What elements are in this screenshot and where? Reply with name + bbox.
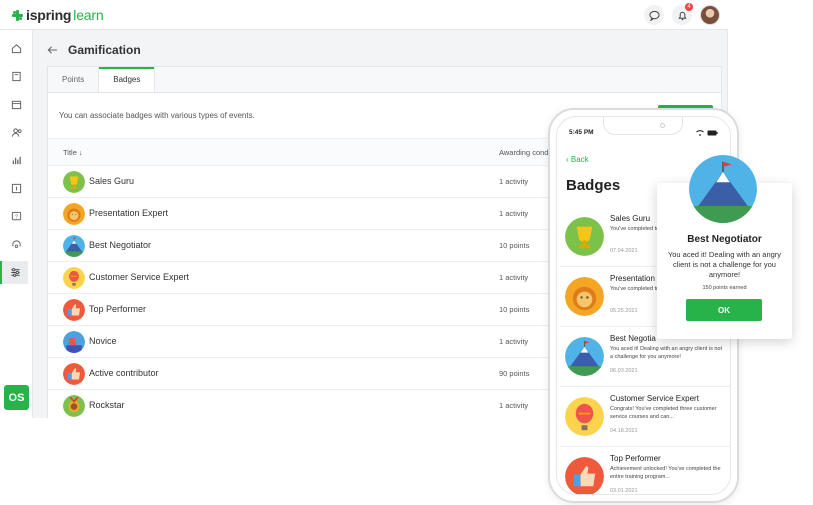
sidebar-item-support[interactable] xyxy=(5,233,28,256)
badges-description: You can associate badges with various ty… xyxy=(59,111,255,120)
sidebar-item-settings[interactable] xyxy=(0,261,28,284)
column-title[interactable]: Title ↓ xyxy=(63,148,83,157)
badge-name: Rockstar xyxy=(89,400,125,410)
badge-name: Best Negotiator xyxy=(89,240,152,250)
user-initials-button[interactable]: OS xyxy=(4,385,29,410)
sidebar-item-questions[interactable]: ? xyxy=(5,205,28,228)
trophy-icon xyxy=(565,217,604,256)
tab-bar: Points Badges xyxy=(48,67,721,93)
notification-count: 4 xyxy=(685,3,693,11)
list-item-date: 03.01.2021 xyxy=(610,488,638,494)
page-title: Gamification xyxy=(68,43,141,57)
list-item-date: 05.25.2021 xyxy=(610,308,638,314)
chat-icon xyxy=(648,10,660,21)
tab-badges[interactable]: Badges xyxy=(98,67,156,92)
question-icon: ? xyxy=(11,211,22,220)
battery-icon xyxy=(707,130,718,136)
badge-name: Active contributor xyxy=(89,368,159,378)
user-avatar[interactable] xyxy=(700,5,720,25)
thumbs-up-icon xyxy=(565,457,604,494)
list-item-desc: You aced it! Dealing with an angry clien… xyxy=(610,346,722,360)
list-item-date: 04.18.2021 xyxy=(610,428,638,434)
back-arrow-icon[interactable] xyxy=(47,45,58,55)
column-awarding-condition[interactable]: Awarding condi xyxy=(499,148,550,157)
book-icon xyxy=(12,71,21,82)
badge-condition: 10 points xyxy=(499,305,530,314)
list-item-date: 06.03.2021 xyxy=(610,368,638,374)
logo[interactable]: ispring learn xyxy=(12,7,104,23)
trophy-icon xyxy=(63,171,85,193)
tab-points[interactable]: Points xyxy=(48,67,98,92)
phone-time: 5:45 PM xyxy=(569,129,594,136)
phone-back-link[interactable]: ‹ Back xyxy=(566,155,589,164)
sliders-icon xyxy=(10,268,20,277)
novice-icon xyxy=(63,331,85,353)
popup-title: Best Negotiator xyxy=(687,234,762,245)
balloon-icon xyxy=(63,267,85,289)
lion-icon xyxy=(565,277,604,316)
svg-text:?: ? xyxy=(15,214,18,220)
sidebar: ? OS xyxy=(0,30,33,418)
top-bar: ispring learn 4 xyxy=(0,0,728,30)
logo-mark-icon xyxy=(12,9,23,21)
popup-points: 150 points earned xyxy=(702,285,747,291)
headset-icon xyxy=(12,240,21,248)
ok-button[interactable]: OK xyxy=(686,299,762,321)
badge-condition: 1 activity xyxy=(499,401,529,410)
badge-condition: 1 activity xyxy=(499,273,529,282)
badge-condition: 90 points xyxy=(499,369,530,378)
calendar-day-icon xyxy=(11,183,22,194)
phone-notch xyxy=(603,117,683,135)
sidebar-item-reports[interactable] xyxy=(5,149,28,172)
badge-condition: 10 points xyxy=(499,241,530,250)
list-item-date: 07.04.2021 xyxy=(610,248,638,254)
sidebar-item-calendar[interactable] xyxy=(5,93,28,116)
mountain-icon xyxy=(63,235,85,257)
sidebar-item-library[interactable] xyxy=(5,65,28,88)
sidebar-item-home[interactable] xyxy=(5,37,28,60)
phone-title: Badges xyxy=(566,177,621,194)
badge-condition: 1 activity xyxy=(499,209,529,218)
badge-name: Novice xyxy=(89,336,117,346)
chart-icon xyxy=(12,156,21,165)
brand-name: ispring xyxy=(26,7,72,23)
brand-product: learn xyxy=(73,7,104,23)
home-icon xyxy=(11,44,22,54)
balloon-icon xyxy=(565,397,604,436)
badge-name: Sales Guru xyxy=(89,176,135,186)
badge-name: Top Performer xyxy=(89,304,147,314)
calendar-icon xyxy=(11,100,22,110)
badge-name: Presentation Expert xyxy=(89,208,169,218)
mountain-icon xyxy=(565,337,604,376)
mountain-icon xyxy=(689,155,757,223)
chat-button[interactable] xyxy=(644,5,664,25)
sidebar-item-users[interactable] xyxy=(5,121,28,144)
lion-icon xyxy=(63,203,85,225)
list-item[interactable]: Customer Service Expert Congrats! You've… xyxy=(560,387,730,447)
notifications-button[interactable]: 4 xyxy=(672,3,693,25)
list-item-title: Top Performer xyxy=(610,454,661,463)
phone-back-label: Back xyxy=(570,155,589,164)
sidebar-item-events[interactable] xyxy=(5,177,28,200)
bell-icon xyxy=(677,11,687,20)
users-icon xyxy=(11,128,22,137)
wifi-icon xyxy=(696,130,704,136)
thumbs-up-icon xyxy=(63,299,85,321)
medal-icon xyxy=(63,395,85,417)
list-item[interactable]: Top Performer Achievement unlocked! You'… xyxy=(560,447,730,494)
list-item-title: Customer Service Expert xyxy=(610,394,699,403)
badge-condition: 1 activity xyxy=(499,177,529,186)
badge-earned-popup: Best Negotiator You aced it! Dealing wit… xyxy=(657,155,792,339)
list-item-desc: Congrats! You've completed three custome… xyxy=(610,406,717,420)
badge-name: Customer Service Expert xyxy=(89,272,190,282)
list-item-desc: Achievement unlocked! You've completed t… xyxy=(610,466,721,480)
popup-message: You aced it! Dealing with an angry clien… xyxy=(667,250,782,279)
phone-status-icons xyxy=(696,130,718,136)
badge-condition: 1 activity xyxy=(499,337,529,346)
thumbs-up-icon xyxy=(63,363,85,385)
